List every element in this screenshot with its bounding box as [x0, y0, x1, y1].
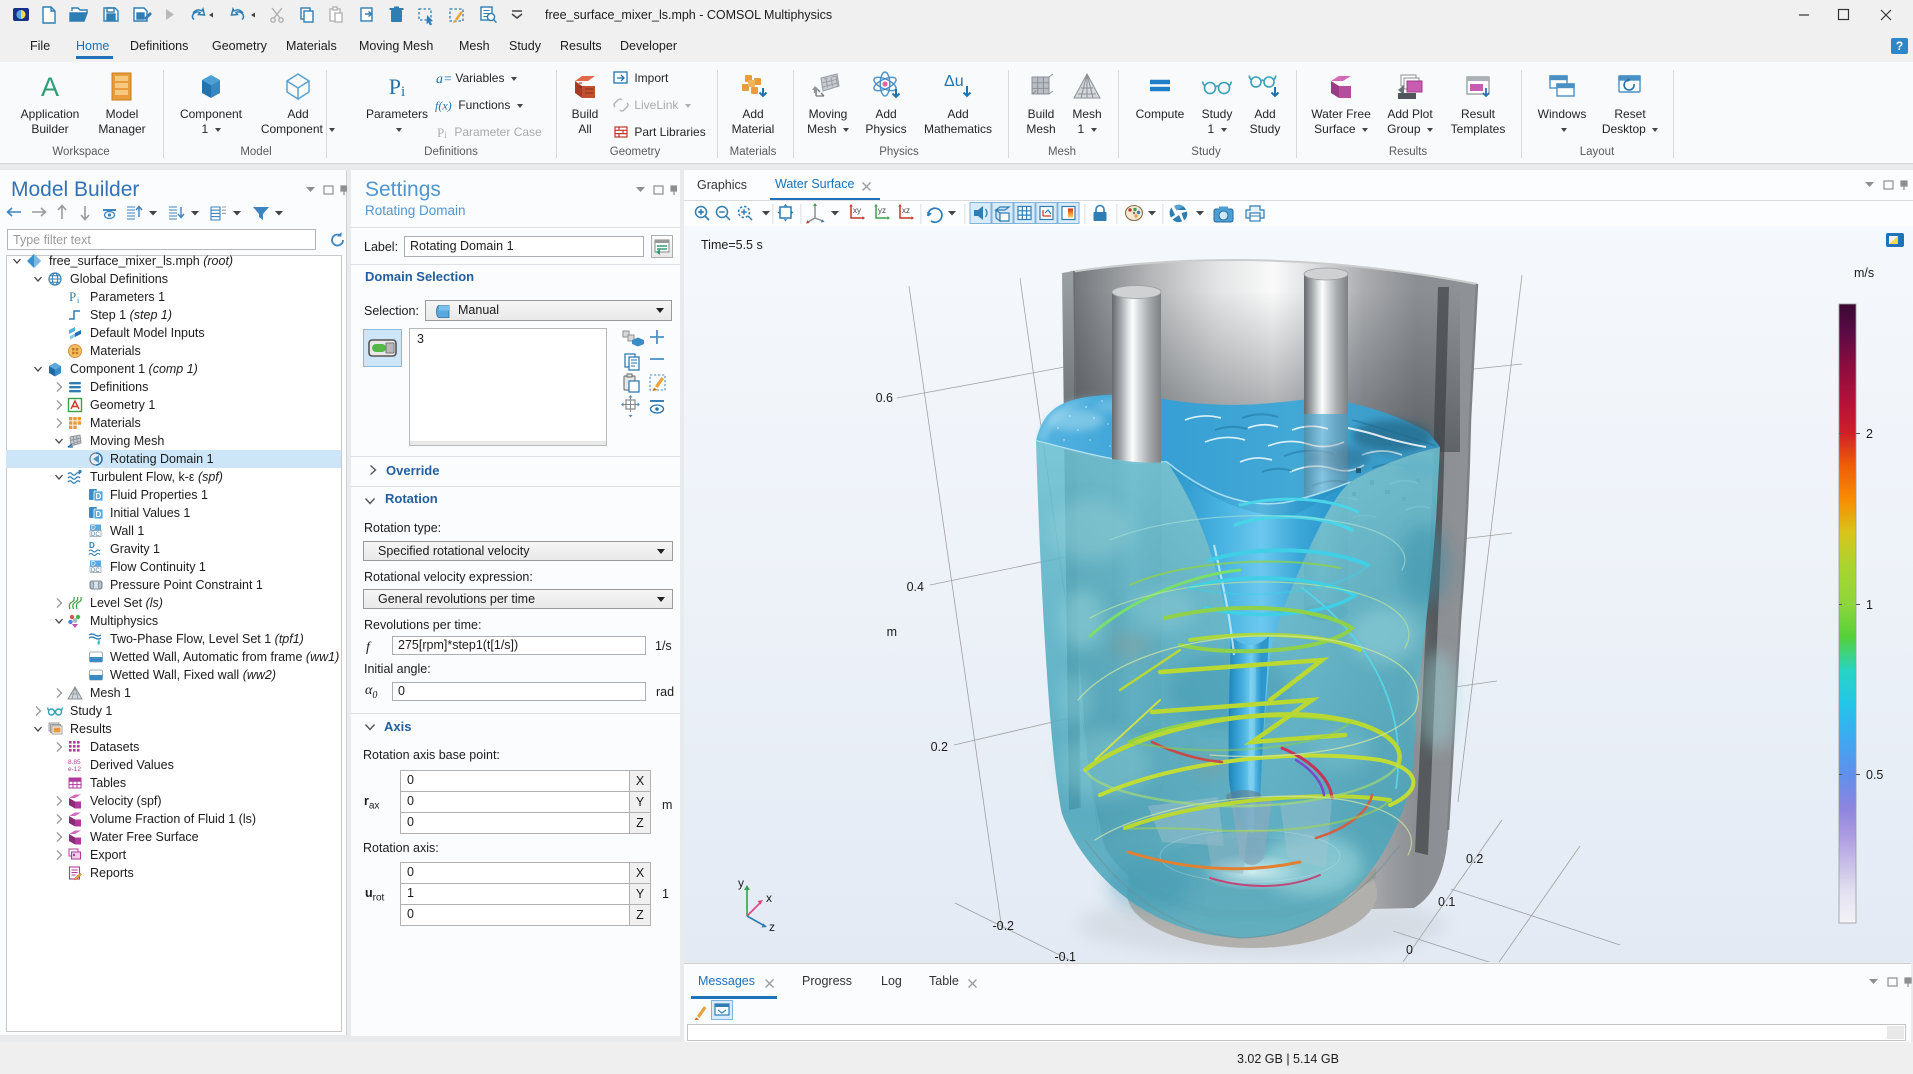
svg-text:0.2: 0.2 [1466, 852, 1483, 866]
svg-text:0.6: 0.6 [876, 391, 893, 405]
svg-text:z: z [769, 920, 775, 934]
svg-text:D: D [91, 525, 96, 532]
svg-text:x: x [766, 891, 772, 905]
svg-text:m: m [887, 625, 897, 639]
svg-text:Δu: Δu [944, 73, 964, 90]
svg-text:0.1: 0.1 [1438, 895, 1455, 909]
svg-text:xz: xz [902, 206, 910, 215]
svg-text:m/s: m/s [1854, 266, 1874, 280]
svg-text:0.2: 0.2 [931, 740, 948, 754]
svg-text:D: D [96, 492, 102, 501]
svg-text:P: P [69, 289, 76, 304]
svg-text:D: D [91, 561, 96, 568]
svg-text:f(x): f(x) [435, 99, 452, 113]
svg-text:8.85: 8.85 [68, 759, 81, 766]
svg-text:-0.2: -0.2 [992, 919, 1014, 933]
svg-text:D: D [89, 541, 95, 550]
svg-text:Pi: Pi [389, 74, 405, 100]
svg-text:A: A [41, 72, 59, 102]
svg-text:DC: DC [91, 532, 100, 538]
svg-text:y: y [738, 876, 744, 890]
svg-text:0.5: 0.5 [1866, 768, 1883, 782]
svg-text:DC: DC [91, 568, 100, 574]
svg-text:yz: yz [878, 206, 886, 215]
svg-text:xy: xy [853, 206, 861, 215]
svg-text:-0.1: -0.1 [1054, 950, 1076, 962]
svg-text:0.4: 0.4 [907, 580, 924, 594]
svg-text:1: 1 [1866, 598, 1873, 612]
svg-text:Time=5.5 s: Time=5.5 s [701, 238, 763, 252]
svg-text:e-12: e-12 [68, 766, 81, 773]
svg-text:a=: a= [436, 72, 452, 85]
svg-text:D: D [96, 510, 102, 519]
svg-text:Pi: Pi [437, 125, 447, 139]
svg-text:0: 0 [1406, 943, 1413, 957]
svg-text:2: 2 [1866, 427, 1873, 441]
svg-text:i: i [77, 296, 80, 305]
